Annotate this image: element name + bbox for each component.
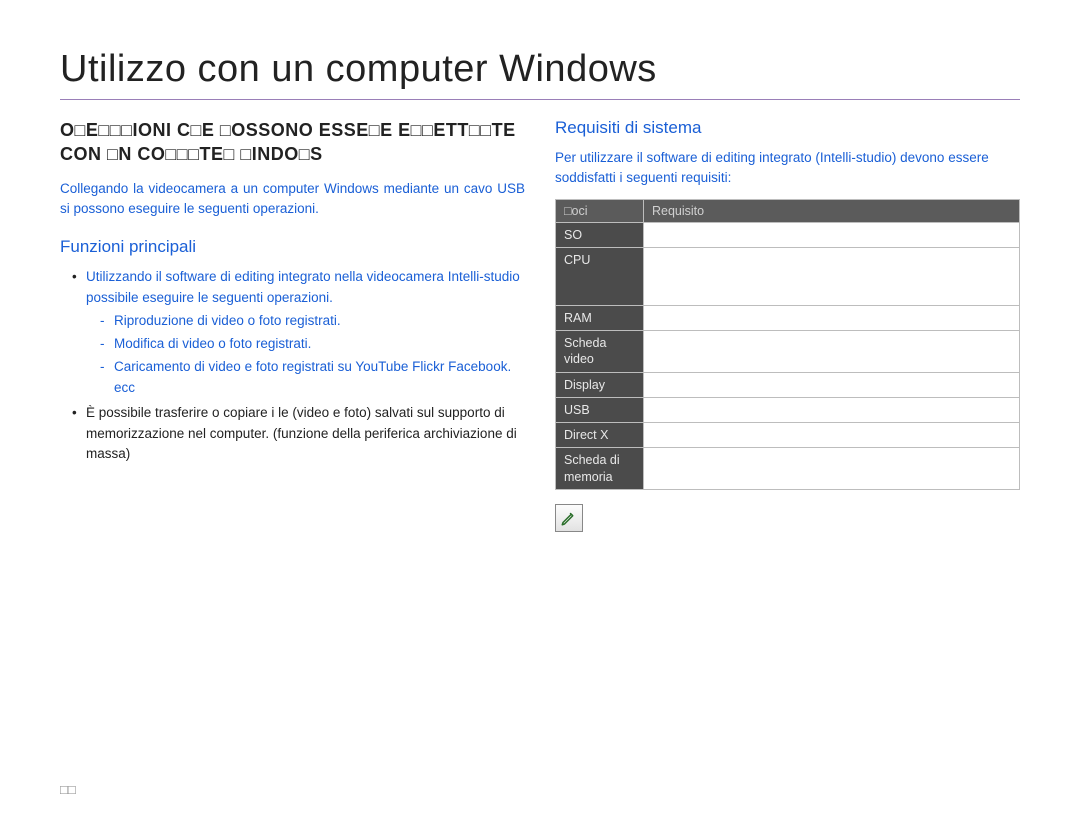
table-header-row: □oci Requisito [556, 199, 1020, 222]
req-label: CPU [556, 247, 644, 305]
table-row: CPU [556, 247, 1020, 305]
note-pencil-icon [555, 504, 583, 532]
req-value [644, 423, 1020, 448]
table-row: USB [556, 397, 1020, 422]
req-label: SO [556, 222, 644, 247]
table-row: Scheda video [556, 331, 1020, 373]
bullet-text: Utilizzando il software di editing integ… [86, 269, 520, 305]
sub-bullet-item: Modifica di video o foto registrati. [100, 334, 525, 355]
req-label: Scheda video [556, 331, 644, 373]
right-column: Requisiti di sistema Per utilizzare il s… [555, 118, 1020, 532]
req-label: Direct X [556, 423, 644, 448]
table-row: RAM [556, 305, 1020, 330]
left-column: O□E□□□IONI C□E □OSSONO ESSE□E E□□ETT□□TE… [60, 118, 525, 532]
bullet-item: È possibile trasferire o copiare i le (v… [72, 403, 525, 466]
right-subheading: Requisiti di sistema [555, 118, 1020, 138]
requirements-intro: Per utilizzare il software di editing in… [555, 148, 1020, 189]
req-value [644, 331, 1020, 373]
req-label: RAM [556, 305, 644, 330]
left-subheading: Funzioni principali [60, 237, 525, 257]
main-bullet-list: Utilizzando il software di editing integ… [60, 267, 525, 465]
sub-bullet-list: Riproduzione di video o foto registrati.… [86, 311, 525, 399]
table-row: Scheda di memoria [556, 448, 1020, 490]
table-header-cell: □oci [556, 199, 644, 222]
table-row: SO [556, 222, 1020, 247]
req-value [644, 448, 1020, 490]
table-row: Direct X [556, 423, 1020, 448]
page-title: Utilizzo con un computer Windows [60, 48, 1020, 100]
table-row: Display [556, 372, 1020, 397]
bullet-item: Utilizzando il software di editing integ… [72, 267, 525, 399]
req-label: Display [556, 372, 644, 397]
sub-bullet-item: Caricamento di video e foto registrati s… [100, 357, 525, 399]
sub-bullet-item: Riproduzione di video o foto registrati. [100, 311, 525, 332]
req-value [644, 247, 1020, 305]
req-label: USB [556, 397, 644, 422]
req-value [644, 222, 1020, 247]
requirements-table: □oci Requisito SO CPU RAM [555, 199, 1020, 490]
bullet-text: È possibile trasferire o copiare i le (v… [86, 405, 517, 462]
req-value [644, 372, 1020, 397]
page-number: □□ [60, 782, 76, 797]
table-header-cell: Requisito [644, 199, 1020, 222]
note-icon-container [555, 504, 1020, 532]
left-intro-paragraph: Collegando la videocamera a un computer … [60, 179, 525, 220]
req-value [644, 305, 1020, 330]
left-section-heading: O□E□□□IONI C□E □OSSONO ESSE□E E□□ETT□□TE… [60, 118, 525, 167]
manual-page: Utilizzo con un computer Windows O□E□□□I… [0, 0, 1080, 827]
req-label: Scheda di memoria [556, 448, 644, 490]
req-value [644, 397, 1020, 422]
two-column-layout: O□E□□□IONI C□E □OSSONO ESSE□E E□□ETT□□TE… [60, 118, 1020, 532]
